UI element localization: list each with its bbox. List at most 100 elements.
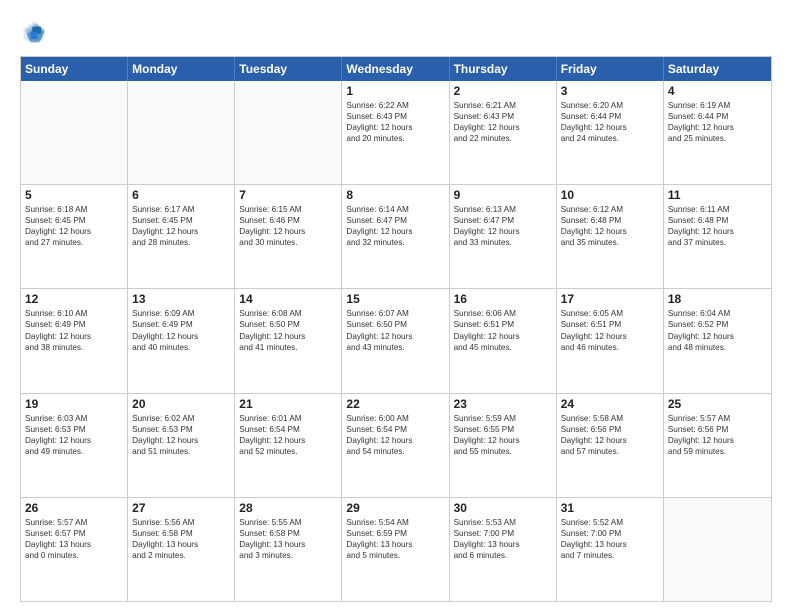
cell-daylight-text: Sunrise: 6:12 AM Sunset: 6:48 PM Dayligh… — [561, 204, 659, 248]
cal-cell-day-13: 13 Sunrise: 6:09 AM Sunset: 6:49 PM Dayli… — [128, 289, 235, 392]
cal-cell-day-24: 24 Sunrise: 5:58 AM Sunset: 6:56 PM Dayli… — [557, 394, 664, 497]
day-number: 30 — [454, 501, 552, 515]
calendar-header-row: SundayMondayTuesdayWednesdayThursdayFrid… — [21, 57, 771, 81]
cell-daylight-text: Sunrise: 6:22 AM Sunset: 6:43 PM Dayligh… — [346, 100, 444, 144]
cell-daylight-text: Sunrise: 5:57 AM Sunset: 6:56 PM Dayligh… — [668, 413, 767, 457]
cal-cell-empty — [235, 81, 342, 184]
cal-header-tuesday: Tuesday — [235, 57, 342, 81]
cal-cell-day-7: 7 Sunrise: 6:15 AM Sunset: 6:46 PM Daylig… — [235, 185, 342, 288]
cal-cell-day-4: 4 Sunrise: 6:19 AM Sunset: 6:44 PM Daylig… — [664, 81, 771, 184]
cell-daylight-text: Sunrise: 5:55 AM Sunset: 6:58 PM Dayligh… — [239, 517, 337, 561]
day-number: 17 — [561, 292, 659, 306]
day-number: 31 — [561, 501, 659, 515]
cell-daylight-text: Sunrise: 5:59 AM Sunset: 6:55 PM Dayligh… — [454, 413, 552, 457]
cal-cell-empty — [21, 81, 128, 184]
logo — [20, 18, 52, 46]
cell-daylight-text: Sunrise: 6:19 AM Sunset: 6:44 PM Dayligh… — [668, 100, 767, 144]
cell-daylight-text: Sunrise: 6:02 AM Sunset: 6:53 PM Dayligh… — [132, 413, 230, 457]
cal-row-2: 5Sunrise: 6:18 AM Sunset: 6:45 PM Daylig… — [21, 184, 771, 288]
day-number: 11 — [668, 188, 767, 202]
cell-daylight-text: Sunrise: 6:05 AM Sunset: 6:51 PM Dayligh… — [561, 308, 659, 352]
day-number: 5 — [25, 188, 123, 202]
calendar: SundayMondayTuesdayWednesdayThursdayFrid… — [20, 56, 772, 602]
day-number: 6 — [132, 188, 230, 202]
cal-cell-day-25: 25 Sunrise: 5:57 AM Sunset: 6:56 PM Dayli… — [664, 394, 771, 497]
cal-header-friday: Friday — [557, 57, 664, 81]
cal-cell-day-28: 28 Sunrise: 5:55 AM Sunset: 6:58 PM Dayli… — [235, 498, 342, 601]
cal-cell-empty — [128, 81, 235, 184]
cell-daylight-text: Sunrise: 6:01 AM Sunset: 6:54 PM Dayligh… — [239, 413, 337, 457]
day-number: 13 — [132, 292, 230, 306]
day-number: 25 — [668, 397, 767, 411]
cal-cell-day-31: 31 Sunrise: 5:52 AM Sunset: 7:00 PM Dayli… — [557, 498, 664, 601]
cal-cell-day-23: 23 Sunrise: 5:59 AM Sunset: 6:55 PM Dayli… — [450, 394, 557, 497]
cell-daylight-text: Sunrise: 6:20 AM Sunset: 6:44 PM Dayligh… — [561, 100, 659, 144]
cal-row-1: 1 Sunrise: 6:22 AM Sunset: 6:43 PM Daylig… — [21, 81, 771, 184]
page: SundayMondayTuesdayWednesdayThursdayFrid… — [0, 0, 792, 612]
cell-daylight-text: Sunrise: 6:17 AM Sunset: 6:45 PM Dayligh… — [132, 204, 230, 248]
cell-daylight-text: Sunrise: 6:15 AM Sunset: 6:46 PM Dayligh… — [239, 204, 337, 248]
cal-cell-day-10: 10Sunrise: 6:12 AM Sunset: 6:48 PM Dayli… — [557, 185, 664, 288]
cell-daylight-text: Sunrise: 6:07 AM Sunset: 6:50 PM Dayligh… — [346, 308, 444, 352]
day-number: 15 — [346, 292, 444, 306]
day-number: 7 — [239, 188, 337, 202]
day-number: 16 — [454, 292, 552, 306]
day-number: 26 — [25, 501, 123, 515]
cal-row-5: 26 Sunrise: 5:57 AM Sunset: 6:57 PM Dayli… — [21, 497, 771, 601]
day-number: 28 — [239, 501, 337, 515]
cell-daylight-text: Sunrise: 5:54 AM Sunset: 6:59 PM Dayligh… — [346, 517, 444, 561]
cal-row-4: 19Sunrise: 6:03 AM Sunset: 6:53 PM Dayli… — [21, 393, 771, 497]
logo-icon — [20, 18, 48, 46]
cell-daylight-text: Sunrise: 5:57 AM Sunset: 6:57 PM Dayligh… — [25, 517, 123, 561]
day-number: 14 — [239, 292, 337, 306]
day-number: 21 — [239, 397, 337, 411]
cal-row-3: 12 Sunrise: 6:10 AM Sunset: 6:49 PM Dayli… — [21, 288, 771, 392]
day-number: 1 — [346, 84, 444, 98]
day-number: 23 — [454, 397, 552, 411]
cell-daylight-text: Sunrise: 6:08 AM Sunset: 6:50 PM Dayligh… — [239, 308, 337, 352]
calendar-body: 1 Sunrise: 6:22 AM Sunset: 6:43 PM Daylig… — [21, 81, 771, 601]
day-number: 24 — [561, 397, 659, 411]
day-number: 29 — [346, 501, 444, 515]
day-number: 12 — [25, 292, 123, 306]
cal-cell-day-1: 1 Sunrise: 6:22 AM Sunset: 6:43 PM Daylig… — [342, 81, 449, 184]
cell-daylight-text: Sunrise: 6:09 AM Sunset: 6:49 PM Dayligh… — [132, 308, 230, 352]
cell-daylight-text: Sunrise: 6:21 AM Sunset: 6:43 PM Dayligh… — [454, 100, 552, 144]
cal-cell-day-20: 20 Sunrise: 6:02 AM Sunset: 6:53 PM Dayli… — [128, 394, 235, 497]
cal-cell-day-16: 16Sunrise: 6:06 AM Sunset: 6:51 PM Dayli… — [450, 289, 557, 392]
cal-header-wednesday: Wednesday — [342, 57, 449, 81]
cell-daylight-text: Sunrise: 6:14 AM Sunset: 6:47 PM Dayligh… — [346, 204, 444, 248]
cell-daylight-text: Sunrise: 5:52 AM Sunset: 7:00 PM Dayligh… — [561, 517, 659, 561]
day-number: 9 — [454, 188, 552, 202]
day-number: 19 — [25, 397, 123, 411]
cal-cell-day-17: 17 Sunrise: 6:05 AM Sunset: 6:51 PM Dayli… — [557, 289, 664, 392]
cell-daylight-text: Sunrise: 5:56 AM Sunset: 6:58 PM Dayligh… — [132, 517, 230, 561]
day-number: 20 — [132, 397, 230, 411]
cal-header-saturday: Saturday — [664, 57, 771, 81]
cell-daylight-text: Sunrise: 6:00 AM Sunset: 6:54 PM Dayligh… — [346, 413, 444, 457]
cal-cell-day-30: 30 Sunrise: 5:53 AM Sunset: 7:00 PM Dayli… — [450, 498, 557, 601]
cal-cell-day-27: 27Sunrise: 5:56 AM Sunset: 6:58 PM Dayli… — [128, 498, 235, 601]
cal-cell-day-18: 18Sunrise: 6:04 AM Sunset: 6:52 PM Dayli… — [664, 289, 771, 392]
cal-cell-day-12: 12 Sunrise: 6:10 AM Sunset: 6:49 PM Dayli… — [21, 289, 128, 392]
cal-header-thursday: Thursday — [450, 57, 557, 81]
cal-header-monday: Monday — [128, 57, 235, 81]
cell-daylight-text: Sunrise: 5:58 AM Sunset: 6:56 PM Dayligh… — [561, 413, 659, 457]
cal-cell-day-15: 15 Sunrise: 6:07 AM Sunset: 6:50 PM Dayli… — [342, 289, 449, 392]
cal-cell-day-14: 14 Sunrise: 6:08 AM Sunset: 6:50 PM Dayli… — [235, 289, 342, 392]
header — [20, 18, 772, 46]
cal-cell-day-3: 3Sunrise: 6:20 AM Sunset: 6:44 PM Daylig… — [557, 81, 664, 184]
cell-daylight-text: Sunrise: 5:53 AM Sunset: 7:00 PM Dayligh… — [454, 517, 552, 561]
cal-cell-day-29: 29 Sunrise: 5:54 AM Sunset: 6:59 PM Dayli… — [342, 498, 449, 601]
cal-cell-day-26: 26 Sunrise: 5:57 AM Sunset: 6:57 PM Dayli… — [21, 498, 128, 601]
cal-cell-day-8: 8Sunrise: 6:14 AM Sunset: 6:47 PM Daylig… — [342, 185, 449, 288]
cell-daylight-text: Sunrise: 6:11 AM Sunset: 6:48 PM Dayligh… — [668, 204, 767, 248]
cal-cell-day-21: 21 Sunrise: 6:01 AM Sunset: 6:54 PM Dayli… — [235, 394, 342, 497]
day-number: 2 — [454, 84, 552, 98]
day-number: 4 — [668, 84, 767, 98]
cell-daylight-text: Sunrise: 6:13 AM Sunset: 6:47 PM Dayligh… — [454, 204, 552, 248]
cal-cell-day-9: 9 Sunrise: 6:13 AM Sunset: 6:47 PM Daylig… — [450, 185, 557, 288]
cal-header-sunday: Sunday — [21, 57, 128, 81]
cell-daylight-text: Sunrise: 6:10 AM Sunset: 6:49 PM Dayligh… — [25, 308, 123, 352]
cal-cell-day-5: 5Sunrise: 6:18 AM Sunset: 6:45 PM Daylig… — [21, 185, 128, 288]
